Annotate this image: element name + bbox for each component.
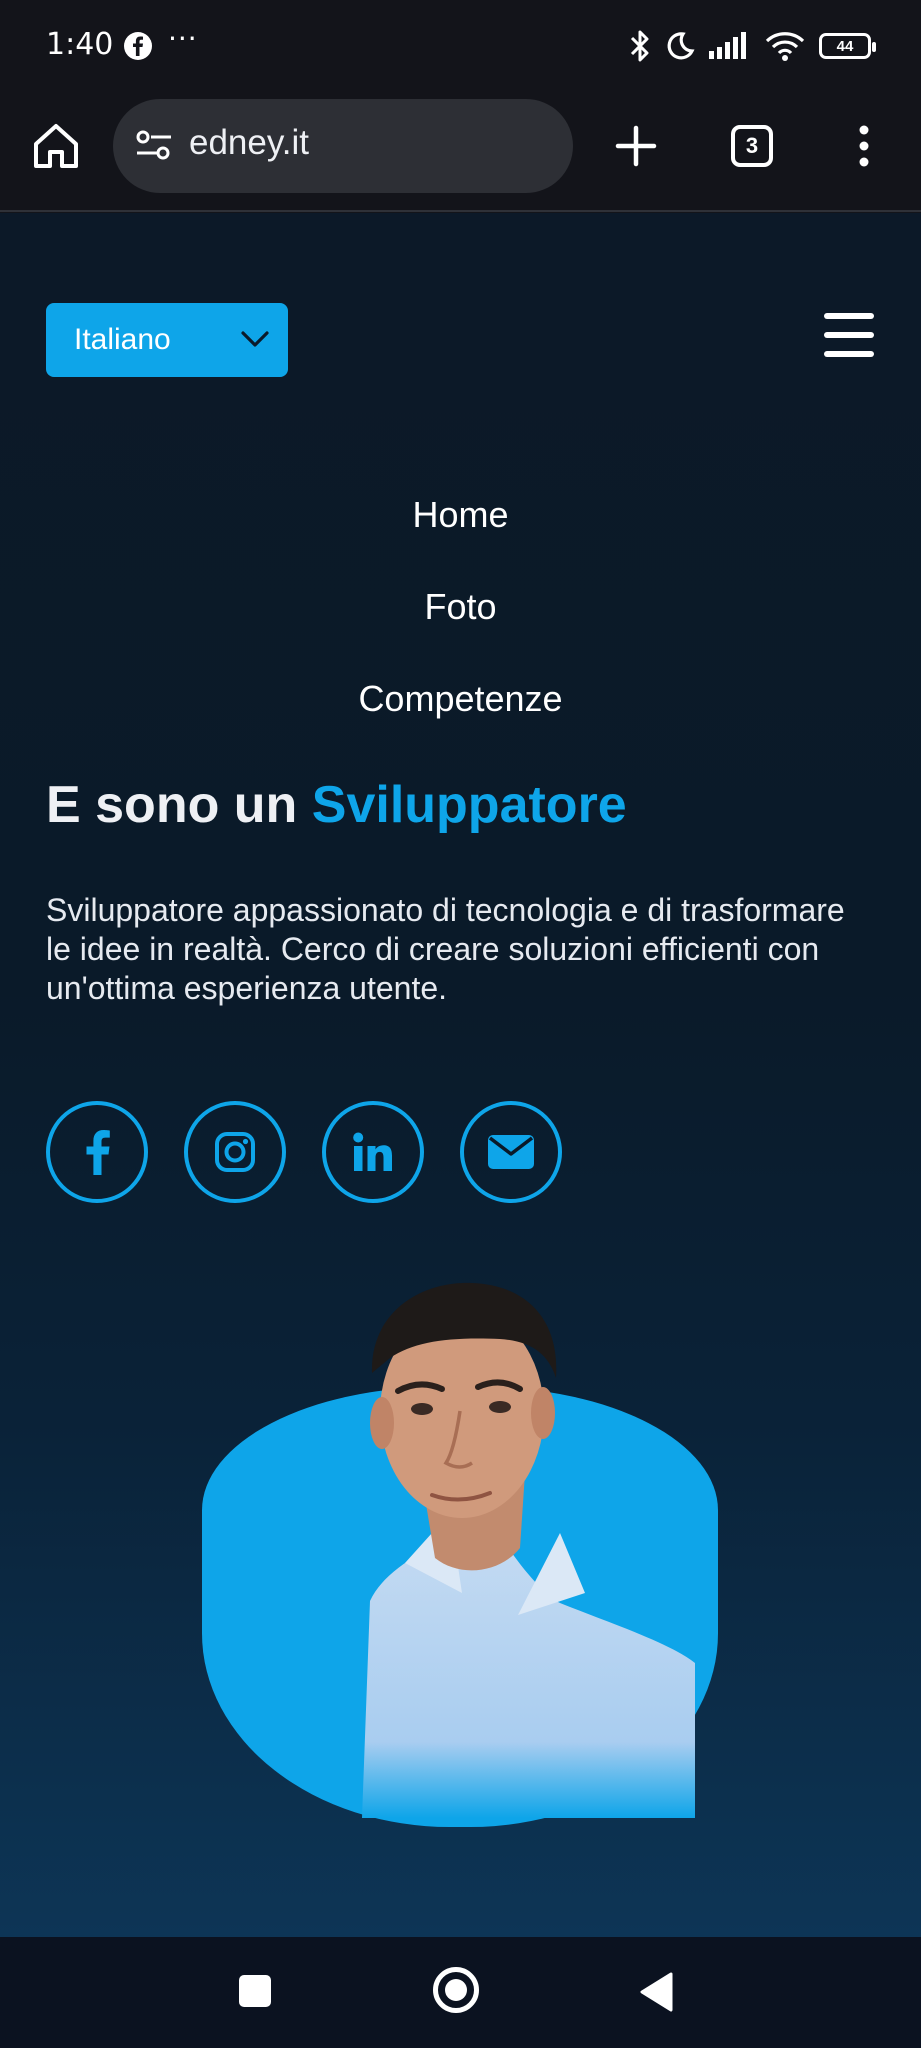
hero-title-accent: Sviluppatore [311, 776, 627, 834]
language-select[interactable]: Italiano [46, 303, 288, 377]
linkedin-link[interactable] [322, 1101, 424, 1203]
nav-item-competenze[interactable]: Competenze [0, 653, 921, 745]
linkedin-icon [353, 1132, 392, 1171]
new-tab-plus-icon[interactable] [612, 122, 660, 170]
nav-item-foto[interactable]: Foto [0, 561, 921, 653]
wifi-icon [765, 32, 805, 61]
url-bar[interactable]: edney.it [113, 99, 573, 193]
facebook-icon [86, 1130, 110, 1175]
hero-title: E sono un Sviluppatore [46, 775, 627, 835]
status-time: 1:40 [46, 27, 114, 62]
do-not-disturb-moon-icon [667, 32, 695, 60]
tab-switcher-button[interactable]: 3 [731, 125, 773, 167]
email-link[interactable] [460, 1101, 562, 1203]
hero-description: Sviluppatore appassionato di tecnologia … [46, 892, 845, 1006]
cellular-signal-icon [709, 32, 746, 59]
envelope-icon [488, 1135, 534, 1169]
main-nav: Home Foto Competenze [0, 469, 921, 745]
recents-button[interactable] [239, 1975, 271, 2007]
facebook-link[interactable] [46, 1101, 148, 1203]
status-icons: 44 [629, 28, 876, 64]
battery-level: 44 [836, 37, 854, 55]
site-settings-icon[interactable] [135, 129, 173, 161]
home-button[interactable] [433, 1967, 479, 2013]
status-overflow: ··· [168, 22, 198, 55]
status-bar: 1:40 ··· 44 [0, 0, 921, 92]
back-icon[interactable] [638, 1971, 674, 2013]
hamburger-menu-icon[interactable] [824, 313, 874, 357]
url-text: edney.it [189, 123, 309, 162]
social-links [46, 1101, 562, 1203]
hero-title-prefix: E sono un [46, 776, 298, 834]
home-icon[interactable] [30, 120, 82, 172]
profile-portrait [200, 1263, 722, 1827]
facebook-notification-icon [124, 32, 152, 60]
profile-photo [362, 1282, 695, 1818]
browser-toolbar: edney.it 3 [0, 92, 921, 212]
system-navigation-bar [0, 1937, 921, 2048]
more-vert-icon[interactable] [852, 122, 876, 170]
instagram-icon [215, 1132, 255, 1172]
language-selected: Italiano [74, 323, 171, 356]
web-page: Italiano Home Foto Competenze E sono un … [0, 213, 921, 1937]
tab-count: 3 [745, 133, 759, 158]
nav-item-home[interactable]: Home [0, 469, 921, 561]
chevron-down-icon [241, 331, 269, 347]
battery-icon: 44 [819, 33, 876, 59]
instagram-link[interactable] [184, 1101, 286, 1203]
bluetooth-icon [630, 30, 649, 62]
